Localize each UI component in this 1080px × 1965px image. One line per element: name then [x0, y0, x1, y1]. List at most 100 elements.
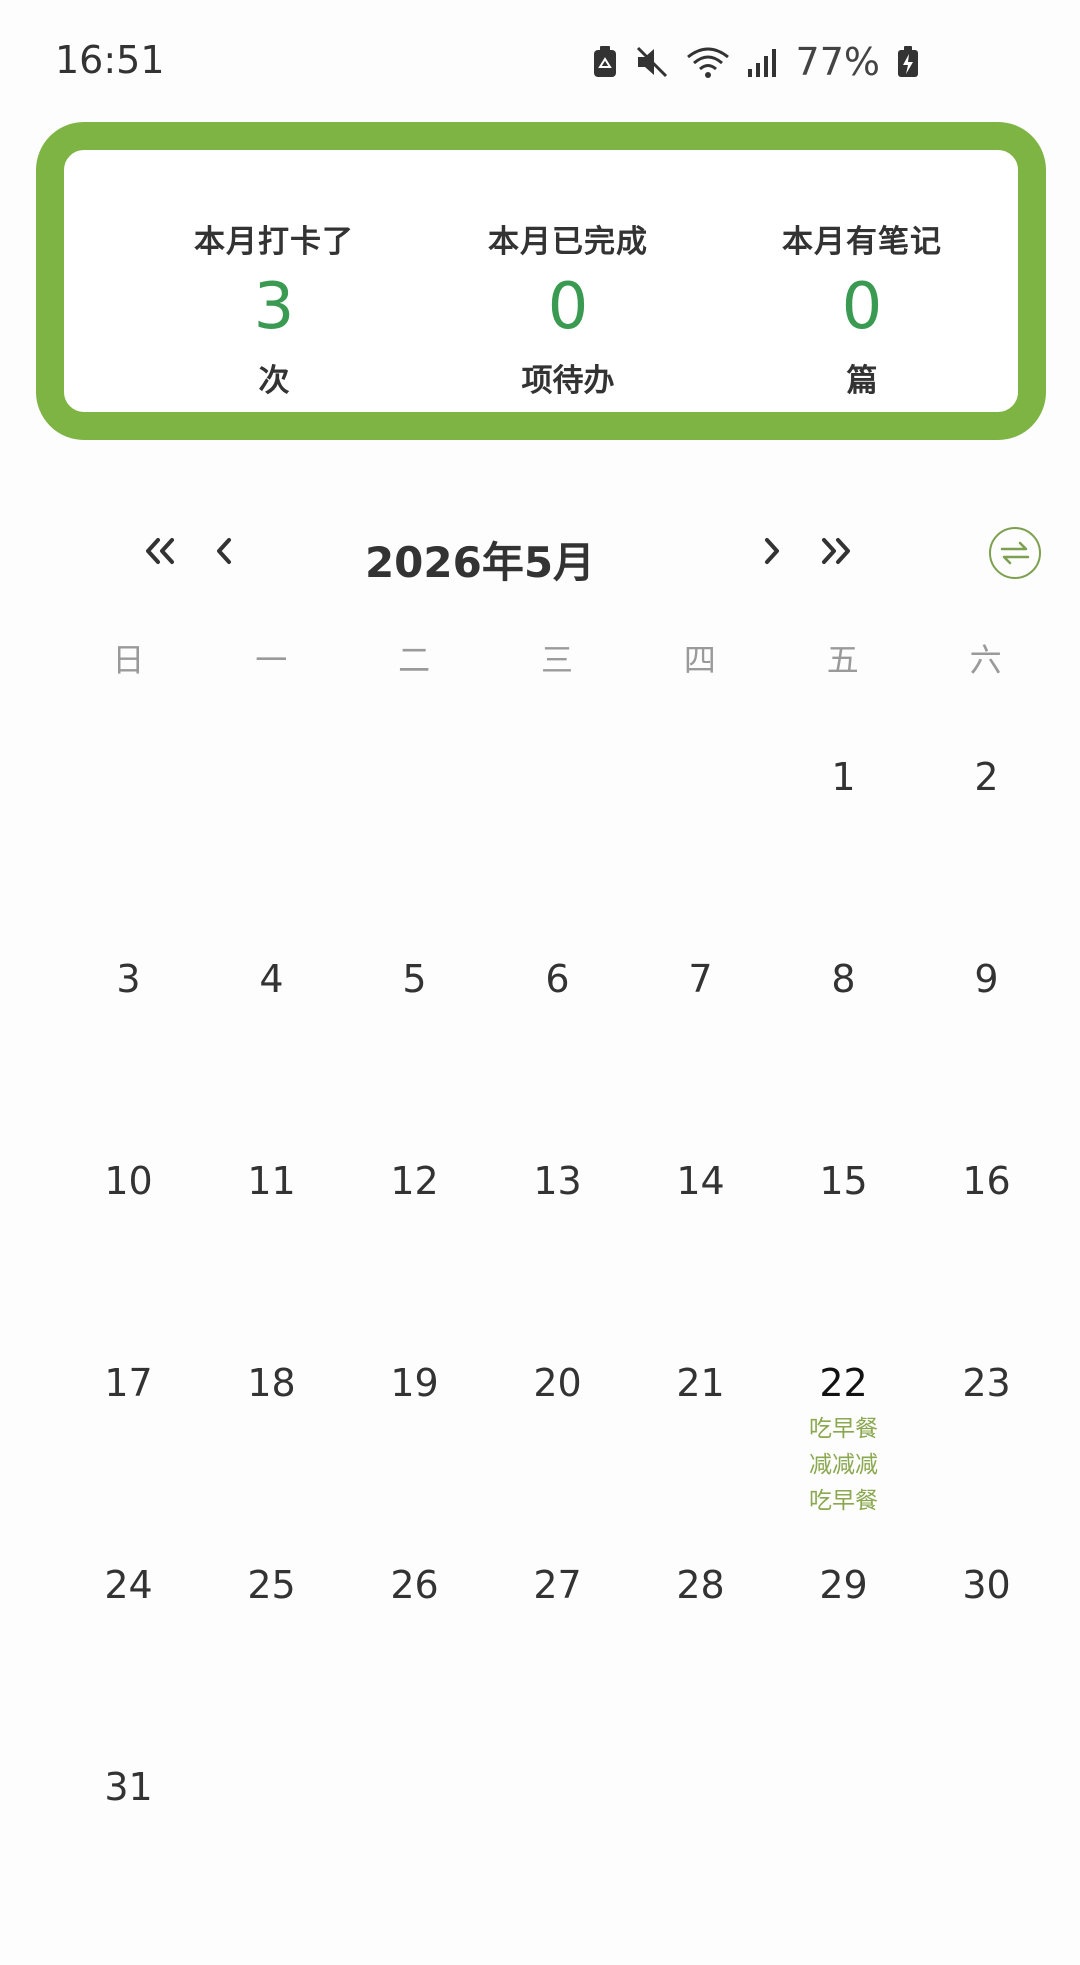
day-note[interactable]: 减减减	[772, 1447, 915, 1483]
day-number: 15	[819, 1159, 868, 1203]
switch-view-button[interactable]	[989, 527, 1041, 579]
day-notes: 吃早餐 减减减 吃早餐	[772, 1411, 915, 1519]
calendar-day-5[interactable]: 5	[343, 957, 486, 1157]
calendar-day-2[interactable]: 2	[915, 755, 1058, 955]
day-number: 14	[676, 1159, 725, 1203]
day-number: 17	[104, 1361, 153, 1405]
day-number: 26	[390, 1563, 439, 1607]
weekday-fri: 五	[826, 641, 859, 679]
mute-icon	[636, 46, 667, 78]
day-number: 9	[974, 957, 999, 1001]
month-navigation: 2026年5月	[0, 515, 1080, 595]
notes-stat[interactable]: 本月有笔记 0 篇	[712, 150, 1012, 400]
day-number: 4	[259, 957, 284, 1001]
day-number: 6	[545, 957, 570, 1001]
battery-charging-icon	[898, 46, 918, 77]
calendar-day-23[interactable]: 23	[915, 1361, 1058, 1561]
battery-saver-icon	[593, 46, 616, 77]
calendar-day-11[interactable]: 11	[200, 1159, 343, 1359]
day-number: 24	[104, 1563, 153, 1607]
calendar-day-14[interactable]: 14	[629, 1159, 772, 1359]
day-number: 20	[533, 1361, 582, 1405]
status-icons: 77%	[592, 38, 920, 86]
calendar-day-8[interactable]: 8	[772, 957, 915, 1157]
weekday-mon: 一	[255, 641, 288, 679]
calendar-day-29[interactable]: 29	[772, 1563, 915, 1763]
day-note[interactable]: 吃早餐	[772, 1411, 915, 1447]
chevron-right-icon	[765, 538, 779, 564]
calendar-day-7[interactable]: 7	[629, 957, 772, 1157]
day-number: 19	[390, 1361, 439, 1405]
calendar-day-6[interactable]: 6	[486, 957, 629, 1157]
day-number: 28	[676, 1563, 725, 1607]
calendar-day-3[interactable]: 3	[57, 957, 200, 1157]
completed-stat[interactable]: 本月已完成 0 项待办	[418, 150, 718, 400]
wifi-icon	[686, 47, 729, 78]
day-number: 18	[247, 1361, 296, 1405]
previous-month-button[interactable]	[196, 523, 252, 579]
weekday-sat: 六	[969, 641, 1002, 679]
calendar-day-10[interactable]: 10	[57, 1159, 200, 1359]
battery-percent: 77%	[795, 40, 880, 84]
calendar-day-26[interactable]: 26	[343, 1563, 486, 1763]
checkins-unit: 次	[258, 363, 290, 399]
calendar-day-15[interactable]: 15	[772, 1159, 915, 1359]
day-number: 25	[247, 1563, 296, 1607]
monthly-summary-card: 本月打卡了 3 次 本月已完成 0 项待办 本月有笔记 0 篇	[36, 122, 1046, 440]
double-chevron-left-icon	[146, 538, 174, 564]
calendar-day-16[interactable]: 16	[915, 1159, 1058, 1359]
status-time: 16:51	[55, 38, 165, 82]
calendar-day-12[interactable]: 12	[343, 1159, 486, 1359]
day-number: 1	[831, 755, 856, 799]
weekday-thu: 四	[683, 641, 716, 679]
calendar-day-17[interactable]: 17	[57, 1361, 200, 1561]
completed-title: 本月已完成	[488, 224, 648, 260]
day-number: 31	[104, 1765, 153, 1809]
calendar-day-25[interactable]: 25	[200, 1563, 343, 1763]
checkins-value: 3	[253, 270, 295, 344]
day-number: 27	[533, 1563, 582, 1607]
day-note[interactable]: 吃早餐	[772, 1483, 915, 1519]
day-number: 7	[688, 957, 713, 1001]
calendar-day-19[interactable]: 19	[343, 1361, 486, 1561]
day-number: 13	[533, 1159, 582, 1203]
completed-value: 0	[547, 270, 589, 344]
calendar-day-31[interactable]: 31	[57, 1765, 200, 1965]
notes-unit: 篇	[846, 363, 878, 399]
day-number: 21	[676, 1361, 725, 1405]
calendar-day-22[interactable]: 22 吃早餐 减减减 吃早餐	[772, 1361, 915, 1561]
chevron-left-icon	[217, 538, 231, 564]
status-bar: 16:51 77%	[0, 0, 1080, 120]
previous-year-button[interactable]	[132, 523, 188, 579]
calendar-day-4[interactable]: 4	[200, 957, 343, 1157]
calendar-day-13[interactable]: 13	[486, 1159, 629, 1359]
month-title[interactable]: 2026年5月	[360, 529, 600, 590]
notes-title: 本月有笔记	[782, 224, 942, 260]
calendar-day-1[interactable]: 1	[772, 755, 915, 955]
day-number: 22	[819, 1361, 868, 1405]
double-chevron-right-icon	[822, 538, 850, 564]
calendar-day-9[interactable]: 9	[915, 957, 1058, 1157]
day-number: 23	[962, 1361, 1011, 1405]
calendar-day-24[interactable]: 24	[57, 1563, 200, 1763]
weekday-wed: 三	[541, 641, 574, 679]
signal-icon	[747, 49, 776, 77]
notes-value: 0	[841, 270, 883, 344]
calendar-day-21[interactable]: 21	[629, 1361, 772, 1561]
next-year-button[interactable]	[808, 523, 864, 579]
calendar-day-20[interactable]: 20	[486, 1361, 629, 1561]
weekday-sun: 日	[112, 641, 145, 679]
completed-unit: 项待办	[521, 363, 615, 399]
day-number: 12	[390, 1159, 439, 1203]
calendar-day-18[interactable]: 18	[200, 1361, 343, 1561]
checkins-stat[interactable]: 本月打卡了 3 次	[124, 150, 424, 400]
swap-arrows-icon	[1000, 541, 1030, 565]
calendar-day-27[interactable]: 27	[486, 1563, 629, 1763]
day-number: 2	[974, 755, 999, 799]
next-month-button[interactable]	[744, 523, 800, 579]
day-number: 8	[831, 957, 856, 1001]
day-number: 11	[247, 1159, 296, 1203]
calendar-day-28[interactable]: 28	[629, 1563, 772, 1763]
day-number: 3	[116, 957, 141, 1001]
calendar-day-30[interactable]: 30	[915, 1563, 1058, 1763]
